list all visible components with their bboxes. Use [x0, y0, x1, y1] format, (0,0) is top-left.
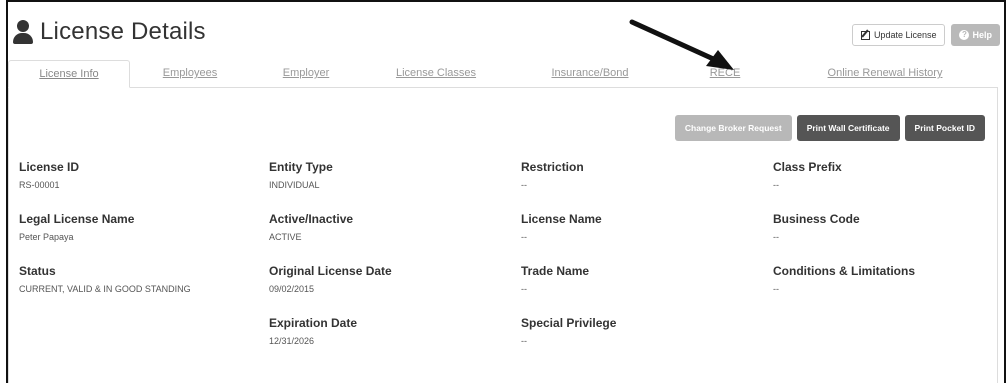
- field-label: License ID: [19, 160, 80, 174]
- field-value: --: [521, 284, 527, 294]
- header-actions: Update License ? Help: [851, 24, 1000, 46]
- user-icon: [12, 20, 34, 44]
- change-broker-request-button[interactable]: Change Broker Request: [674, 115, 792, 141]
- field-conditions-limitations: Conditions & Limitations --: [773, 264, 915, 296]
- annotation-arrow-icon: [629, 19, 734, 70]
- tab-employees[interactable]: Employees: [130, 59, 250, 87]
- field-original-license-date: Original License Date 09/02/2015: [269, 264, 392, 296]
- edit-icon: [860, 30, 870, 40]
- field-legal-license-name: Legal License Name Peter Papaya: [19, 212, 134, 244]
- field-status: Status CURRENT, VALID & IN GOOD STANDING: [19, 264, 209, 296]
- field-label: Special Privilege: [521, 316, 617, 330]
- field-label: Entity Type: [269, 160, 333, 174]
- field-value: --: [521, 180, 527, 190]
- help-label: Help: [972, 30, 992, 40]
- field-label: Active/Inactive: [269, 212, 354, 226]
- field-special-privilege: Special Privilege --: [521, 316, 616, 348]
- update-license-button[interactable]: Update License: [851, 24, 946, 46]
- field-value: Peter Papaya: [19, 232, 74, 242]
- tab-license-classes[interactable]: License Classes: [362, 59, 510, 87]
- field-label: Legal License Name: [19, 212, 135, 226]
- field-label: Business Code: [773, 212, 860, 226]
- field-value: --: [773, 284, 779, 294]
- field-label: License Name: [521, 212, 602, 226]
- field-active-inactive: Active/Inactive ACTIVE: [269, 212, 353, 244]
- license-details-page: License Details Update License ? Help Li…: [6, 0, 1006, 383]
- print-wall-certificate-button[interactable]: Print Wall Certificate: [796, 115, 900, 141]
- field-value: 12/31/2026: [269, 336, 315, 346]
- field-value: --: [773, 180, 779, 190]
- field-label: Restriction: [521, 160, 584, 174]
- field-value: --: [521, 336, 527, 346]
- field-value: INDIVIDUAL: [269, 180, 320, 190]
- field-license-id: License ID RS-00001: [19, 160, 79, 192]
- question-icon: ?: [959, 30, 970, 40]
- tab-employer[interactable]: Employer: [250, 59, 362, 87]
- license-info-panel: Change Broker Request Print Wall Certifi…: [8, 88, 998, 383]
- field-label: Class Prefix: [773, 160, 842, 174]
- tab-license-info[interactable]: License Info: [8, 60, 130, 88]
- field-value: --: [773, 232, 779, 242]
- page-title: License Details: [40, 18, 206, 45]
- print-pocket-id-button[interactable]: Print Pocket ID: [904, 115, 985, 141]
- field-label: Trade Name: [521, 264, 590, 278]
- field-trade-name: Trade Name --: [521, 264, 589, 296]
- field-business-code: Business Code --: [773, 212, 860, 244]
- help-button[interactable]: ? Help: [951, 24, 1000, 46]
- title-group: License Details: [12, 18, 206, 46]
- field-value: 09/02/2015: [269, 284, 315, 294]
- field-class-prefix: Class Prefix --: [773, 160, 842, 192]
- tab-bar: License Info Employees Employer License …: [8, 58, 998, 88]
- field-label: Expiration Date: [269, 316, 358, 330]
- tab-online-renewal-history[interactable]: Online Renewal History: [780, 59, 990, 87]
- field-value: --: [521, 232, 527, 242]
- field-expiration-date: Expiration Date 12/31/2026: [269, 316, 357, 348]
- page-header: License Details Update License ? Help: [8, 2, 1004, 52]
- field-label: Original License Date: [269, 264, 392, 278]
- field-value: RS-00001: [19, 180, 60, 190]
- field-entity-type: Entity Type INDIVIDUAL: [269, 160, 333, 192]
- field-label: Conditions & Limitations: [773, 264, 915, 278]
- update-license-label: Update License: [873, 30, 937, 40]
- field-value: CURRENT, VALID & IN GOOD STANDING: [19, 284, 191, 294]
- field-value: ACTIVE: [269, 232, 302, 242]
- action-bar: Change Broker Request Print Wall Certifi…: [674, 115, 985, 141]
- field-label: Status: [19, 264, 56, 278]
- field-license-name: License Name --: [521, 212, 602, 244]
- field-restriction: Restriction --: [521, 160, 584, 192]
